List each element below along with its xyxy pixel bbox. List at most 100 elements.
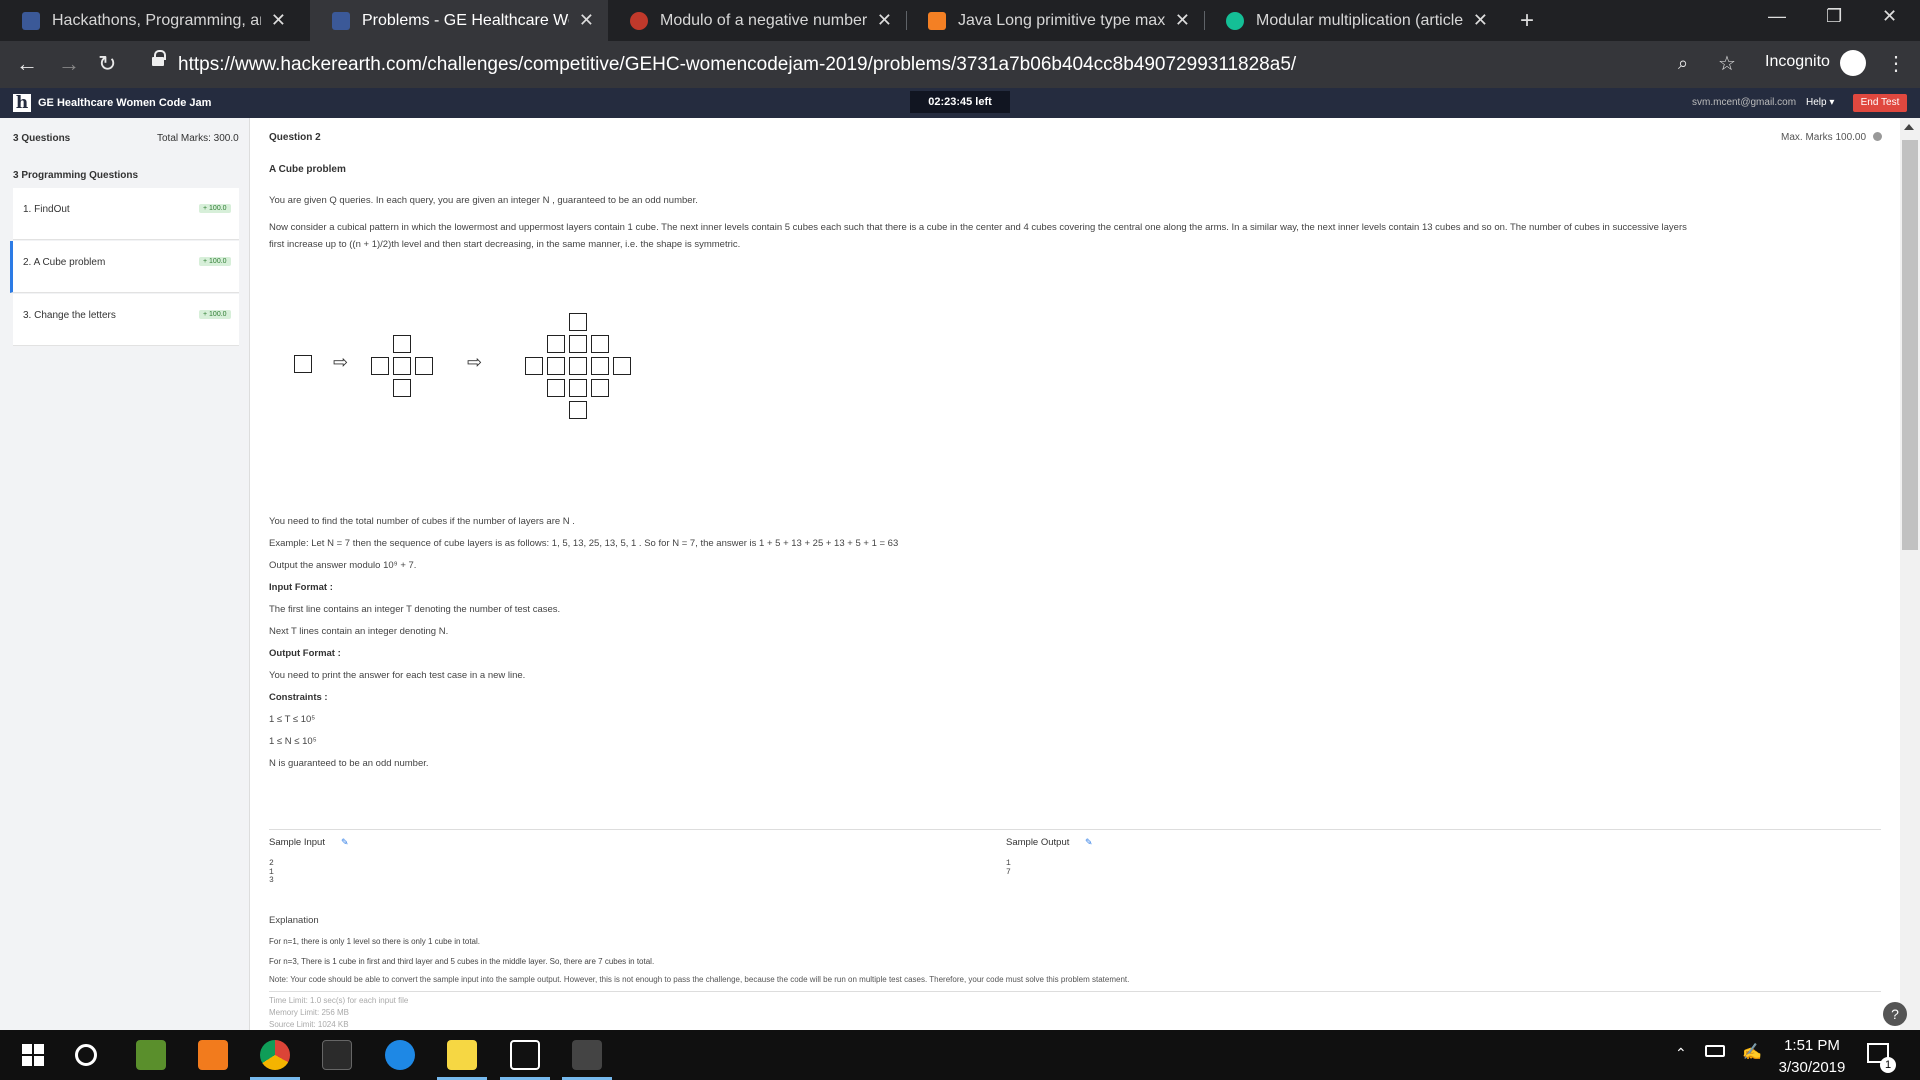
questions-count: 3 Questions: [13, 133, 71, 144]
forward-icon[interactable]: →: [58, 51, 80, 77]
site-header: h GE Healthcare Women Code Jam 02:23:45 …: [0, 88, 1920, 118]
cube: [393, 357, 411, 375]
snipping-tool-icon[interactable]: [322, 1040, 352, 1070]
copy-icon[interactable]: ✎: [1085, 837, 1093, 848]
calculator-icon[interactable]: [572, 1040, 602, 1070]
contest-title: GE Healthcare Women Code Jam: [38, 97, 212, 109]
close-icon[interactable]: ✕: [1175, 10, 1190, 31]
tab-hackathons[interactable]: Hackathons, Programming, and C ✕: [0, 0, 300, 41]
cube: [569, 401, 587, 419]
divider: [269, 829, 1881, 830]
constraints-label: Constraints :: [269, 692, 328, 703]
input-line-2: Next T lines contain an integer denoting…: [269, 626, 449, 637]
modulo-text: Output the answer modulo 10⁹ + 7.: [269, 560, 417, 571]
cortana-icon[interactable]: [75, 1044, 97, 1066]
tab-modular-multiplication[interactable]: Modular multiplication (article) | ✕: [1204, 0, 1502, 41]
note-text: Note: Your code should be able to conver…: [269, 975, 1130, 984]
reload-icon[interactable]: ↻: [98, 51, 116, 77]
cube: [569, 335, 587, 353]
cube: [569, 357, 587, 375]
sidebar-item-cube-problem[interactable]: 2. A Cube problem + 100.0: [10, 241, 239, 293]
sidebar-item-label: 3. Change the letters: [23, 310, 116, 321]
clock-time: 1:51 PM: [1784, 1037, 1840, 1054]
tab-modulo[interactable]: Modulo of a negative number - M ✕: [608, 0, 906, 41]
sticky-notes-icon[interactable]: [447, 1040, 477, 1070]
memory-limit: Memory Limit: 256 MB: [269, 1008, 350, 1017]
divider: [269, 991, 1881, 992]
example-text: Example: Let N = 7 then the sequence of …: [269, 538, 899, 549]
pattern-description: Now consider a cubical pattern in which …: [269, 222, 1687, 233]
time-limit: Time Limit: 1.0 sec(s) for each input fi…: [269, 996, 409, 1005]
khan-academy-icon: [1226, 11, 1244, 30]
cube: [547, 379, 565, 397]
browser-tab-bar: Hackathons, Programming, and C ✕ Problem…: [0, 0, 1920, 41]
pattern-description-2: first increase up to ((n + 1)/2)th level…: [269, 239, 741, 250]
section-label: 3 Programming Questions: [13, 170, 139, 181]
restore-icon[interactable]: ❐: [1826, 6, 1842, 27]
input-line-1: The first line contains an integer T den…: [269, 604, 561, 615]
end-test-button[interactable]: End Test: [1853, 94, 1907, 112]
star-icon[interactable]: ☆: [1718, 51, 1736, 76]
close-icon[interactable]: ✕: [1473, 10, 1488, 31]
help-menu[interactable]: Help ▾: [1806, 97, 1834, 108]
cube: [547, 357, 565, 375]
sidebar-item-findout[interactable]: 1. FindOut + 100.0: [13, 188, 239, 240]
minimize-icon[interactable]: —: [1768, 6, 1786, 27]
cube: [415, 357, 433, 375]
chrome-icon[interactable]: [260, 1040, 290, 1070]
hackerearth-icon: [22, 11, 40, 30]
sublime-text-icon[interactable]: [198, 1040, 228, 1070]
info-icon[interactable]: [1873, 132, 1882, 141]
close-icon[interactable]: ✕: [271, 10, 286, 31]
source-limit: Source Limit: 1024 KB: [269, 1020, 349, 1029]
tray-chevron-icon[interactable]: ⌃: [1675, 1045, 1687, 1062]
hackerearth-icon: [332, 11, 350, 30]
user-email[interactable]: svm.mcent@gmail.com: [1692, 97, 1796, 108]
close-icon[interactable]: ✕: [877, 10, 892, 31]
cube: [393, 335, 411, 353]
cube: [591, 379, 609, 397]
marks-badge: + 100.0: [199, 310, 231, 319]
output-line: You need to print the answer for each te…: [269, 670, 526, 681]
sample-output-label: Sample Output: [1006, 837, 1070, 848]
arrow-icon: ⇨: [467, 352, 483, 372]
pen-icon[interactable]: ✍: [1742, 1042, 1762, 1062]
help-fab-icon[interactable]: ?: [1883, 1002, 1907, 1026]
sample-input-label: Sample Input: [269, 837, 325, 848]
new-tab-button[interactable]: +: [1520, 7, 1534, 35]
menu-icon[interactable]: ⋮: [1886, 51, 1906, 76]
cube: [613, 357, 631, 375]
windows-start-icon[interactable]: [18, 1040, 48, 1070]
battery-icon[interactable]: [1705, 1045, 1725, 1057]
cube: [547, 335, 565, 353]
scrollbar-thumb[interactable]: [1902, 140, 1918, 550]
hackerearth-logo[interactable]: h: [13, 94, 31, 112]
close-icon[interactable]: ✕: [579, 10, 594, 31]
tab-problems[interactable]: Problems - GE Healthcare Wome ✕: [310, 0, 608, 41]
sidebar-item-change-letters[interactable]: 3. Change the letters + 100.0: [13, 294, 239, 346]
tab-java-long[interactable]: Java Long primitive type maximu ✕: [906, 0, 1204, 41]
close-window-icon[interactable]: ✕: [1882, 6, 1897, 27]
edge-icon[interactable]: [385, 1040, 415, 1070]
zoom-icon[interactable]: ⌕: [1678, 53, 1688, 74]
quora-icon: [630, 11, 648, 30]
minecraft-icon[interactable]: [136, 1040, 166, 1070]
problem-content: Question 2 Max. Marks 100.00 A Cube prob…: [251, 118, 1900, 1030]
cube: [393, 379, 411, 397]
cube: [569, 313, 587, 331]
copy-icon[interactable]: ✎: [341, 837, 349, 848]
clock-date: 3/30/2019: [1778, 1059, 1846, 1076]
back-icon[interactable]: ←: [16, 51, 38, 77]
url-field[interactable]: https://www.hackerearth.com/challenges/c…: [150, 49, 1710, 81]
scroll-up-icon[interactable]: [1904, 124, 1914, 130]
problem-title: A Cube problem: [269, 164, 346, 175]
cube: [591, 335, 609, 353]
explanation-1: For n=1, there is only 1 level so there …: [269, 937, 481, 946]
constraint-3: N is guaranteed to be an odd number.: [269, 758, 429, 769]
intellij-icon[interactable]: [510, 1040, 540, 1070]
cube-pattern-figure: ⇨ ⇨: [291, 303, 691, 443]
taskbar-clock[interactable]: 1:51 PM 3/30/2019: [1772, 1035, 1852, 1079]
stackoverflow-icon: [928, 11, 946, 30]
marks-badge: + 100.0: [199, 204, 231, 213]
incognito-icon: [1840, 50, 1866, 76]
